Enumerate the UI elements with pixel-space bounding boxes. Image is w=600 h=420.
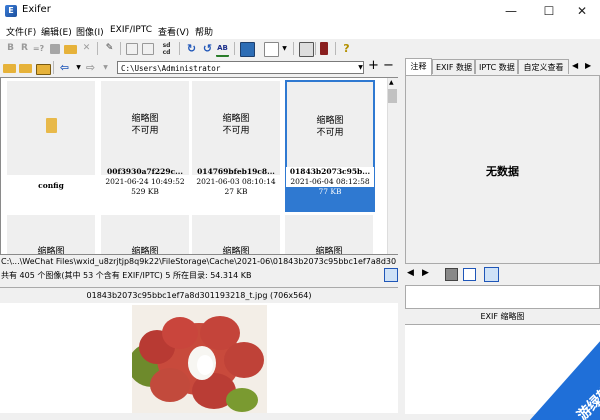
- rotate-right-icon[interactable]: ↺: [201, 42, 214, 55]
- open-folder-icon[interactable]: [64, 45, 77, 54]
- ab-text-icon[interactable]: AB: [216, 42, 229, 57]
- path-input[interactable]: C:\Users\Administrator: [117, 61, 364, 74]
- move-icon[interactable]: [142, 43, 154, 55]
- next-icon[interactable]: ▶: [422, 268, 429, 278]
- scrollbar-thumb[interactable]: [388, 89, 397, 103]
- thumbnail-caption: config: [38, 181, 64, 190]
- chevron-down-icon[interactable]: ▼: [278, 42, 291, 55]
- menu-file[interactable]: 文件(F): [6, 25, 36, 38]
- histogram-icon[interactable]: [384, 268, 398, 282]
- help-icon[interactable]: ?: [340, 42, 353, 55]
- tab-scroll-left-icon[interactable]: ◀: [572, 61, 578, 70]
- new-folder-icon[interactable]: [36, 64, 51, 75]
- delete-icon[interactable]: ✕: [80, 42, 93, 55]
- thumbnail-panel: config 缩略图 不可用 00f3930a7f229c... 2021-06-…: [0, 77, 398, 255]
- thumbnail-caption-selected: 01843b2073c95b... 2021-06-04 08:12:58 77…: [286, 167, 374, 211]
- menu-view[interactable]: 查看(V): [158, 25, 189, 38]
- export-icon[interactable]: [299, 42, 314, 57]
- thumbnail-item[interactable]: 缩略图: [192, 215, 280, 254]
- r-icon[interactable]: R: [18, 42, 31, 55]
- thumbnail-scrollbar[interactable]: [387, 78, 399, 254]
- preview-area: [0, 303, 398, 413]
- flash-icon[interactable]: [320, 42, 328, 55]
- chevron-down-icon[interactable]: ▼: [99, 61, 112, 74]
- prev-icon[interactable]: ◀: [407, 268, 414, 278]
- up-folder-icon[interactable]: [19, 64, 32, 73]
- app-icon: E: [5, 5, 17, 17]
- stop-icon[interactable]: [445, 268, 458, 281]
- query-icon[interactable]: =?: [32, 42, 45, 55]
- tab-exif[interactable]: EXIF 数据: [432, 59, 475, 74]
- thumbnail-item[interactable]: 缩略图 不可用: [192, 81, 280, 175]
- count-status: 共有 405 个图像(其中 53 个含有 EXIF/IPTC) 5 所在目录: …: [1, 271, 252, 280]
- image-icon[interactable]: [240, 42, 255, 57]
- sd-card-icon[interactable]: sd cd: [160, 42, 173, 56]
- view-menu-icon[interactable]: [264, 42, 279, 57]
- preview-caption: 01843b2073c95bbc1ef7a8d301193218_t.jpg (…: [0, 287, 398, 304]
- stop-icon[interactable]: [50, 44, 60, 54]
- preview-image: [132, 305, 267, 413]
- info-tabs: 注释 EXIF 数据 IPTC 数据 自定义查看 ◀ ▶: [405, 58, 600, 76]
- path-status: C:\...\WeChat Files\wxid_u8zrjtjp8q9k22\…: [1, 257, 397, 266]
- scroll-up-icon[interactable]: ▲: [389, 79, 394, 86]
- menu-edit[interactable]: 编辑(E): [41, 25, 72, 38]
- thumbnail-item[interactable]: 缩略图: [101, 215, 189, 254]
- minimize-button[interactable]: —: [493, 0, 529, 22]
- tab-scroll-right-icon[interactable]: ▶: [585, 61, 591, 70]
- close-button[interactable]: ✕: [564, 0, 600, 22]
- exif-thumbnail-label: EXIF 缩略图: [480, 312, 525, 321]
- back-arrow-icon[interactable]: ⇦: [58, 61, 71, 74]
- tab-iptc[interactable]: IPTC 数据: [475, 59, 518, 74]
- tab-custom-view[interactable]: 自定义查看: [518, 59, 569, 74]
- menu-exif-iptc[interactable]: EXIF/IPTC: [110, 25, 152, 35]
- thumbnail-folder[interactable]: [7, 81, 95, 175]
- add-icon[interactable]: +: [368, 58, 379, 73]
- bold-icon[interactable]: B: [4, 42, 17, 55]
- no-data-label: 无数据: [486, 165, 519, 178]
- thumbnail-caption: 014769bfeb19c8... 2021-06-03 08:10:14 27…: [196, 167, 276, 196]
- menu-bar: 文件(F) 编辑(E) 图像(I) EXIF/IPTC 查看(V) 帮助: [0, 22, 600, 39]
- document-icon[interactable]: [463, 268, 476, 281]
- exif-thumbnail-panel: [405, 285, 600, 309]
- window-title: Exifer: [22, 4, 51, 15]
- folder-icon: [46, 118, 57, 133]
- edit-icon[interactable]: ✎: [103, 42, 116, 55]
- histogram-icon[interactable]: [484, 267, 499, 282]
- thumbnail-caption: 00f3930a7f229c... 2021-06-24 10:49:52 52…: [105, 167, 185, 196]
- tab-comments[interactable]: 注释: [405, 58, 432, 75]
- menu-help[interactable]: 帮助: [195, 25, 213, 38]
- path-dropdown-icon[interactable]: ▼: [356, 62, 365, 74]
- copy-icon[interactable]: [126, 43, 138, 55]
- watermark-logo: 游绿软件: [530, 341, 600, 420]
- maximize-button[interactable]: ☐: [531, 0, 567, 22]
- forward-arrow-icon[interactable]: ⇨: [84, 61, 97, 74]
- main-toolbar: B R =? ✕ ✎ sd cd ↻ ↺ AB ▼ ?: [0, 39, 600, 58]
- thumbnail-item[interactable]: 缩略图: [285, 215, 373, 254]
- thumbnail-item[interactable]: 缩略图 不可用: [101, 81, 189, 175]
- menu-image[interactable]: 图像(I): [76, 25, 104, 38]
- rotate-left-icon[interactable]: ↻: [185, 42, 198, 55]
- thumbnail-item[interactable]: 缩略图: [7, 215, 95, 254]
- open-folder-icon[interactable]: [3, 64, 16, 73]
- remove-icon[interactable]: −: [383, 58, 394, 73]
